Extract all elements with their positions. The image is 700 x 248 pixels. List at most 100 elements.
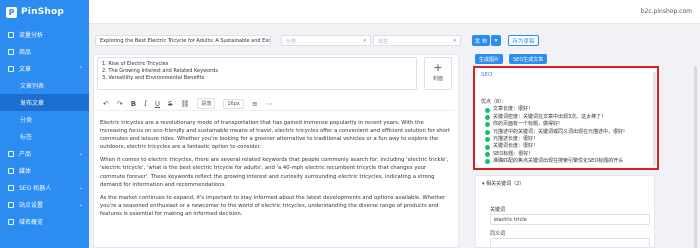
check-dot-icon	[485, 152, 490, 158]
sidebar-item-label: 流量分析	[19, 32, 44, 39]
synonym-input[interactable]	[490, 238, 650, 248]
right-panel-scrollbar[interactable]	[694, 66, 697, 248]
sidebar-item-label: 媒体	[19, 168, 32, 175]
editor-panel: 1. Rise of Electric Tricycles 2. The Gro…	[93, 54, 459, 248]
related-keywords-header[interactable]: ▾ 相关关键词（2）	[482, 180, 524, 187]
topbar: b2c.pinshop.com	[89, 0, 700, 24]
seo-good-list: 优点（8）： 文章长度：很好！ 关键词密度：关键词在文章中出现3次。这太棒了！ …	[481, 99, 625, 166]
sidebar-item-articles[interactable]: 文章 ⌃	[0, 60, 89, 77]
underline-button[interactable]: U	[155, 100, 160, 108]
category-select[interactable]: 分类 ▾	[281, 35, 371, 46]
bold-button[interactable]: B	[131, 100, 136, 108]
synonym-label: 同义词	[490, 231, 506, 237]
seo-item-text: 元描述中的关键词：关键词或同义词出现在元描述中，很好!	[493, 128, 626, 135]
goods-icon	[8, 48, 14, 55]
check-dot-icon	[485, 115, 490, 121]
save-draft-button[interactable]: 存为草稿	[508, 35, 539, 46]
tag-placeholder: 标签	[378, 39, 389, 45]
keyword-label: 关键词	[490, 207, 506, 213]
related-keywords-title: 相关关键词（2）	[486, 181, 525, 187]
seo-item-text: 关键词长度：很好！	[493, 143, 539, 150]
outline-textarea[interactable]: 1. Rise of Electric Tricycles 2. The Gro…	[97, 57, 417, 90]
chevron-down-icon: ▾	[453, 38, 456, 44]
redo-icon[interactable]: ↷	[117, 100, 123, 108]
more-icon[interactable]: ⋯	[266, 100, 273, 108]
toolbar-row: Exploring the Best Electric Tricycle for…	[89, 30, 700, 52]
sidebar-item-label: 域名概览	[19, 219, 44, 226]
cover-label: 封面	[432, 76, 443, 82]
brand[interactable]: P PinShop	[0, 0, 89, 24]
sidebar-item-label: 文章	[19, 66, 32, 73]
sidebar-item-traffic[interactable]: 流量分析	[0, 26, 89, 43]
link-icon[interactable]: ⛓	[180, 100, 189, 108]
undo-icon[interactable]: ↶	[103, 100, 109, 108]
outline-line: 2. The Growing Interest and Related Keyw…	[102, 68, 218, 74]
sidebar-item-site-settings[interactable]: 站点设置 ⌄	[0, 196, 89, 213]
seo-item-text: 文章长度：很好！	[493, 106, 534, 113]
gear-icon	[8, 201, 14, 208]
seo-good-item: 元描述中的关键词：关键词或同义词出现在元描述中，很好!	[485, 129, 625, 136]
robot-icon	[8, 184, 14, 191]
check-dot-icon	[485, 122, 490, 128]
category-placeholder: 分类	[286, 39, 297, 45]
globe-icon	[8, 218, 14, 225]
title-input[interactable]: Exploring the Best Electric Tricycle for…	[95, 35, 271, 46]
seo-analysis-box: SEO 优点（8）： 文章长度：很好！ 关键词密度：关键词在文章中出现3次。这太…	[473, 66, 659, 170]
check-dot-icon	[485, 137, 490, 143]
publish-button[interactable]: 发 布	[472, 35, 490, 46]
sidebar: P PinShop 流量分析 商品 文章 ⌃ 文章列表 发布文章 分类 标签 产…	[0, 0, 89, 248]
logo-icon: P	[6, 6, 17, 18]
sidebar-item-label: 产品	[19, 151, 32, 158]
sidebar-item-media[interactable]: 媒体	[0, 162, 89, 179]
check-dot-icon	[485, 144, 490, 150]
sidebar-item-products[interactable]: 产品 ⌄	[0, 145, 89, 162]
strikethrough-button[interactable]: S	[168, 100, 172, 108]
sidebar-subitem-publish-article[interactable]: 发布文章	[0, 94, 89, 111]
seo-item-text: 准确匹配的焦点关键词出现在搜索引擎优化SEO标题的开头	[493, 158, 624, 165]
sidebar-item-label: 商品	[19, 49, 32, 56]
publish-dropdown-button[interactable]: ▾	[491, 35, 501, 46]
cover-upload[interactable]: + 封面	[424, 57, 452, 90]
check-dot-icon	[485, 107, 490, 113]
article-icon	[8, 65, 14, 72]
check-dot-icon	[485, 159, 490, 165]
format-toolbar: ↶ ↷ B I U S ⛓ 段落 16px ≡ ⋯	[97, 97, 455, 111]
seo-good-item: 文章长度：很好！	[485, 106, 625, 113]
chevron-down-icon: ⌄	[78, 150, 83, 157]
paragraph-select[interactable]: 段落	[197, 98, 216, 109]
italic-button[interactable]: I	[144, 100, 147, 108]
content-paragraph: As the market continues to expand, it's …	[100, 194, 446, 217]
sidebar-item-seo-robot[interactable]: SEO 机器人 ⌄	[0, 179, 89, 196]
related-keywords-panel: ▾ 相关关键词（2） 关键词 electric tricle 同义词	[475, 175, 655, 248]
align-icon[interactable]: ≡	[252, 100, 258, 108]
product-icon	[8, 150, 14, 157]
media-icon	[8, 167, 14, 174]
seo-title: SEO	[481, 72, 493, 78]
plus-icon: +	[433, 61, 443, 74]
chevron-down-icon: ⌄	[78, 184, 83, 191]
seo-scrollbar[interactable]	[653, 72, 656, 166]
seo-good-item: 准确匹配的焦点关键词出现在搜索引擎优化SEO标题的开头	[485, 158, 625, 165]
check-dot-icon	[485, 129, 490, 135]
chevron-down-icon: ▾	[482, 181, 485, 187]
chevron-down-icon: ⌄	[78, 201, 83, 208]
font-size-select[interactable]: 16px	[223, 98, 244, 109]
site-url[interactable]: b2c.pinshop.com	[641, 8, 692, 15]
seo-item-text: 你的页面有一个标题，做得好!	[493, 121, 561, 128]
sidebar-subitem-article-list[interactable]: 文章列表	[0, 77, 89, 94]
sidebar-item-goods[interactable]: 商品	[0, 43, 89, 60]
seo-good-item: 你的页面有一个标题，做得好!	[485, 121, 625, 128]
brand-name: PinShop	[21, 7, 65, 17]
seo-generate-article-button[interactable]: SEO生成文章	[509, 54, 548, 64]
sidebar-item-domain-overview[interactable]: 域名概览	[0, 213, 89, 230]
keyword-input[interactable]: electric tricle	[490, 214, 650, 225]
sidebar-subitem-tags[interactable]: 标签	[0, 128, 89, 145]
sidebar-subitem-category[interactable]: 分类	[0, 111, 89, 128]
outline-line: 1. Rise of Electric Tricycles	[102, 61, 169, 67]
seo-good-item: 关键词长度：很好！	[485, 143, 625, 150]
sidebar-item-label: 站点设置	[19, 202, 44, 209]
generate-image-button[interactable]: 生成图片	[475, 54, 504, 64]
tag-select[interactable]: 标签 ▾	[373, 35, 461, 46]
editor-content[interactable]: Electric tricycles are a revolutionary m…	[100, 119, 452, 223]
content-paragraph: When it comes to electric tricycles, the…	[100, 157, 449, 188]
